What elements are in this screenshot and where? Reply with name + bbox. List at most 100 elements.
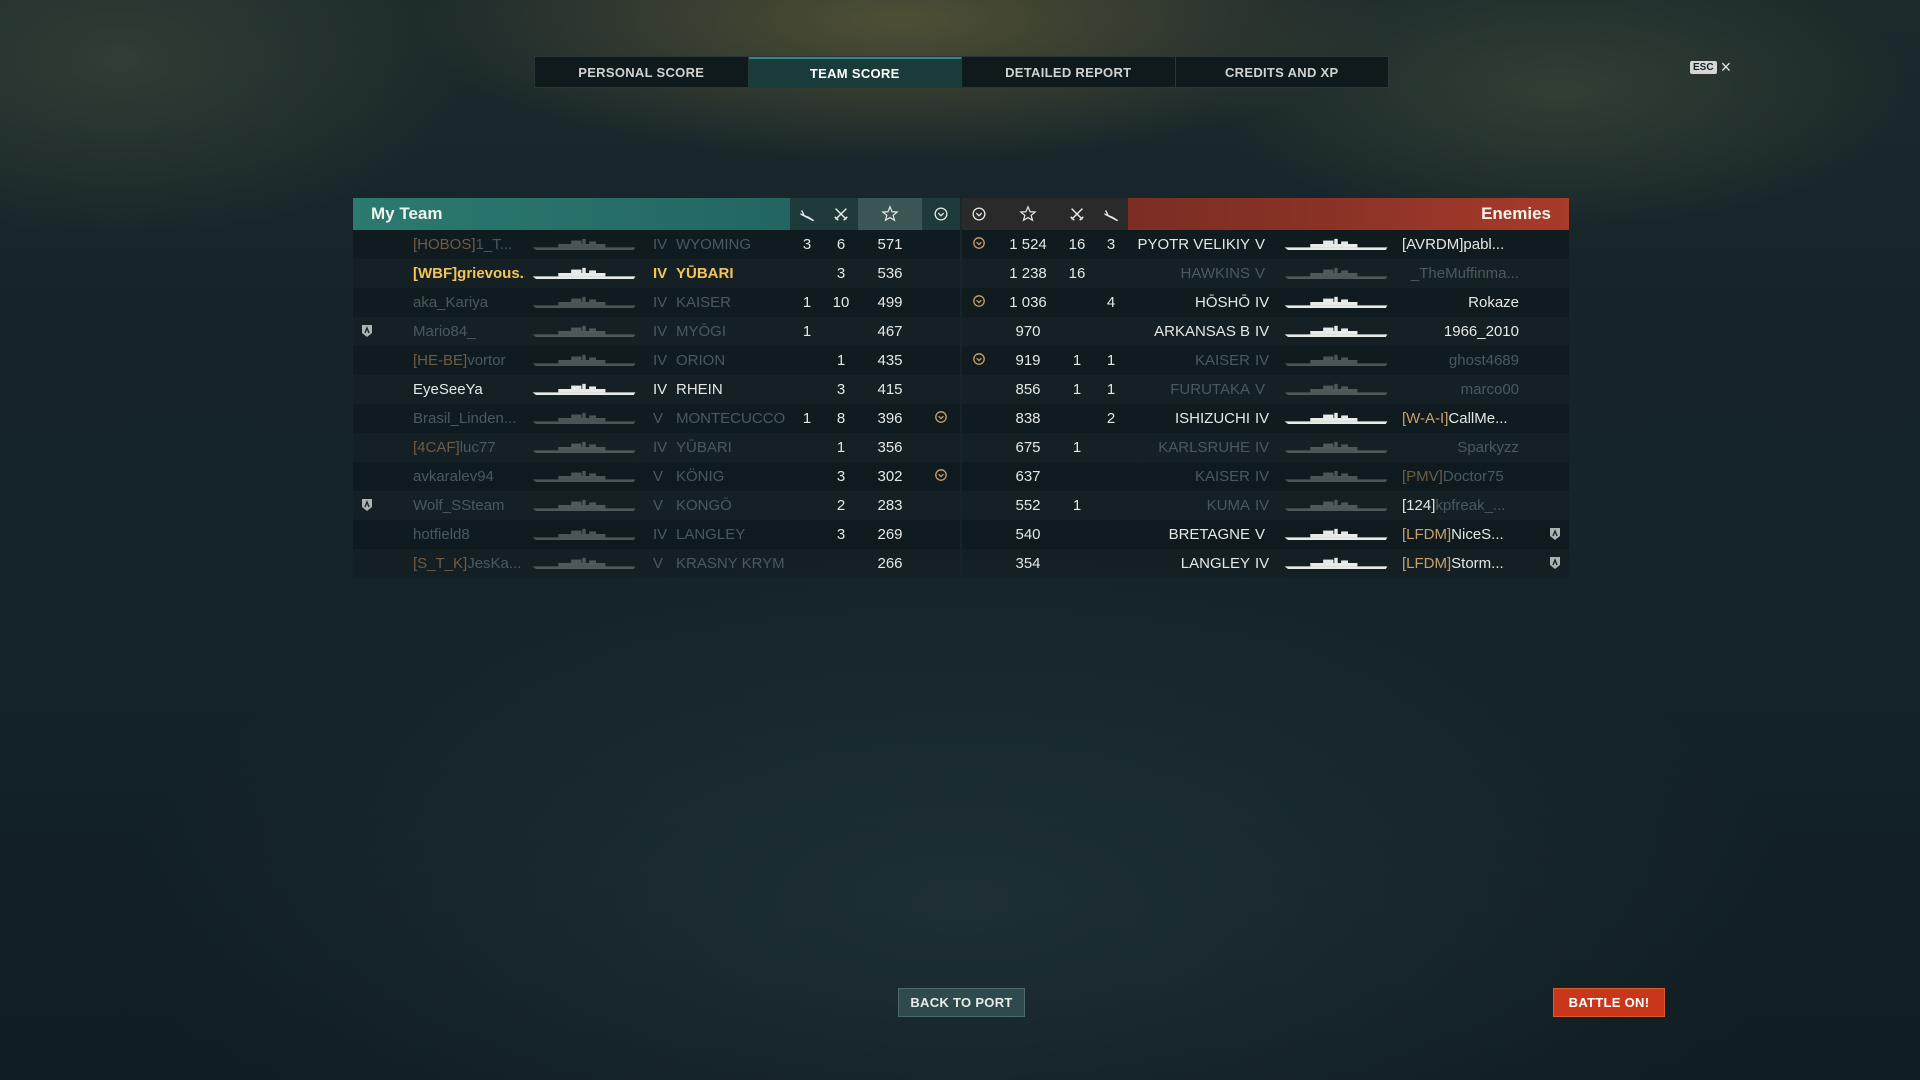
ship-name: FURUTAKA xyxy=(1170,381,1250,398)
enemy-team-row[interactable]: 856 1 1 FURUTAKA Vmarco00 xyxy=(962,375,1569,404)
kills-count xyxy=(824,549,858,578)
enemy-team-row[interactable]: 1 524 16 3 PYOTR VELIKIY V [AVRDM]pabl... xyxy=(962,230,1569,259)
ship-name: RHEIN xyxy=(676,381,723,398)
close-button[interactable]: ESC × xyxy=(1690,58,1731,76)
ship-tier: V xyxy=(1255,265,1266,282)
player-nickname: Doctor75 xyxy=(1442,468,1504,485)
ship-tier: IV xyxy=(1255,439,1270,456)
ship-silhouette xyxy=(1284,325,1388,337)
player-name: [124]kpfreak_... xyxy=(1402,491,1537,520)
enemy-team-row[interactable]: 637 KAISER IV [PMV]Doctor75 xyxy=(962,462,1569,491)
ship-silhouette xyxy=(532,499,636,511)
clan-tag: [PMV] xyxy=(1402,468,1443,485)
enemy-team-row[interactable]: 354 LANGLEY IV [LFDM]Storm... xyxy=(962,549,1569,578)
clan-tag: [HE-BE] xyxy=(413,352,468,369)
ship-name: BRETAGNE xyxy=(1168,526,1250,543)
enemy-team-row[interactable]: 1 238 16 HAWKINS V _TheMuffinma... xyxy=(962,259,1569,288)
ship-silhouette xyxy=(532,557,636,569)
kills-count: 1 xyxy=(1072,439,1082,456)
my-team-row[interactable]: [HE-BE]vortor IV ORION 1 435 xyxy=(353,346,960,375)
tab-credits-and-xp[interactable]: CREDITS AND XP xyxy=(1176,57,1389,87)
my-team-row[interactable]: Mario84_ IV MYŌGI 1 467 xyxy=(353,317,960,346)
enemy-base-capture-column-header[interactable] xyxy=(962,198,996,230)
xp-value: 637 xyxy=(1015,468,1041,485)
kills-column-header[interactable] xyxy=(824,198,858,230)
tab-personal-score[interactable]: PERSONAL SCORE xyxy=(535,57,749,87)
star-icon xyxy=(881,205,899,222)
player-name: [4CAF]luc77 xyxy=(413,433,525,462)
player-name: Sparkyzz xyxy=(1402,433,1519,462)
player-nickname: Sparkyzz xyxy=(1457,439,1519,456)
player-nickname: vortor xyxy=(467,352,506,369)
ship-tier: IV xyxy=(653,294,668,311)
xp-value: 354 xyxy=(1015,555,1041,572)
my-team-row[interactable]: Brasil_Linden... V MONTECUCCOLI 1 8 396 xyxy=(353,404,960,433)
clan-tag: [LFDM] xyxy=(1402,526,1452,543)
enemy-team-row[interactable]: 838 2 ISHIZUCHI IV [W-A-I]CallMe... xyxy=(962,404,1569,433)
enemy-team-row[interactable]: 675 1 KARLSRUHE IV Sparkyzz xyxy=(962,433,1569,462)
base-capture-laurel-icon xyxy=(935,469,947,481)
my-team-row[interactable]: [S_T_K]JesKa... V KRASNY KRYM 266 xyxy=(353,549,960,578)
crossed-swords-icon xyxy=(1070,208,1084,221)
my-team-row[interactable]: avkaralev94 V KÖNIG 3 302 xyxy=(353,462,960,491)
enemy-team-row[interactable]: 540 BRETAGNE V [LFDM]NiceS... xyxy=(962,520,1569,549)
player-name: ghost4689 xyxy=(1402,346,1519,375)
enemy-team-row[interactable]: 552 1 KUMA IV [124]kpfreak_... xyxy=(962,491,1569,520)
kills-count xyxy=(1060,288,1094,317)
tab-detailed-report[interactable]: DETAILED REPORT xyxy=(962,57,1176,87)
enemy-team-row[interactable]: 970 ARKANSAS B IV 1966_2010 xyxy=(962,317,1569,346)
my-team-row[interactable]: Wolf_SSteam V KONGŌ 2 283 xyxy=(353,491,960,520)
player-nickname: kpfreak_... xyxy=(1435,497,1506,514)
kills-count xyxy=(1060,462,1094,491)
player-nickname: JesKa... xyxy=(467,555,522,572)
crossed-swords-icon xyxy=(834,208,848,221)
xp-value: 356 xyxy=(877,439,903,456)
my-team-row[interactable]: [4CAF]luc77 IV YŪBARI 1 356 xyxy=(353,433,960,462)
tab-team-score[interactable]: TEAM SCORE xyxy=(748,57,962,87)
player-nickname: _TheMuffinma... xyxy=(1410,265,1519,282)
player-nickname: NiceS... xyxy=(1451,526,1504,543)
player-nickname: aka_Kariya xyxy=(413,294,489,311)
kills-count: 3 xyxy=(836,381,846,398)
planes-shot-count xyxy=(790,462,824,491)
my-team-header: My Team xyxy=(353,198,960,230)
xp-value: 675 xyxy=(1015,439,1041,456)
my-team-row[interactable]: [WBF]grievous... IV YŪBARI 3 536 xyxy=(353,259,960,288)
clan-tag: [WBF] xyxy=(413,265,458,282)
enemy-kills-column-header[interactable] xyxy=(1060,198,1094,230)
clan-tag: [HOBOS] xyxy=(413,236,476,253)
kills-count xyxy=(824,317,858,346)
my-team-row[interactable]: [HOBOS]1_T... IV WYOMING 3 6 571 xyxy=(353,230,960,259)
battle-on-button[interactable]: BATTLE ON! xyxy=(1553,988,1665,1017)
ship-name: KARLSRUHE xyxy=(1158,439,1250,456)
player-name: [W-A-I]CallMe... xyxy=(1402,404,1537,433)
clan-tag: [W-A-I] xyxy=(1402,410,1449,427)
enemy-planes-shot-column-header[interactable] xyxy=(1094,198,1128,230)
xp-column-header[interactable] xyxy=(858,198,922,230)
ship-tier: IV xyxy=(653,381,668,398)
base-capture-laurel-icon xyxy=(935,411,947,423)
ship-tier: V xyxy=(653,468,664,485)
my-team-row[interactable]: EyeSeeYa IV RHEIN 3 415 xyxy=(353,375,960,404)
my-team-title: My Team xyxy=(371,204,443,223)
enemy-xp-column-header[interactable] xyxy=(996,198,1060,230)
xp-value: 435 xyxy=(877,352,903,369)
enemy-team-row[interactable]: 919 1 1 KAISER IV ghost4689 xyxy=(962,346,1569,375)
ship-name: MONTECUCCOLI xyxy=(676,410,786,427)
player-name: hotfield8 xyxy=(413,520,525,549)
planes-shot-column-header[interactable] xyxy=(790,198,824,230)
player-name: [WBF]grievous... xyxy=(413,259,525,288)
planes-shot-count xyxy=(790,433,824,462)
base-capture-column-header[interactable] xyxy=(922,198,960,230)
my-team-row[interactable]: aka_Kariya IV KAISER 1 10 499 xyxy=(353,288,960,317)
xp-value: 838 xyxy=(1015,410,1041,427)
my-team-row[interactable]: hotfield8 IV LANGLEY 3 269 xyxy=(353,520,960,549)
back-to-port-button[interactable]: BACK TO PORT xyxy=(898,988,1025,1017)
enemy-team-row[interactable]: 1 036 4 HŌSHŌ IV Rokaze xyxy=(962,288,1569,317)
ship-name: KAISER xyxy=(676,294,732,311)
ship-tier: V xyxy=(1255,526,1266,543)
ship-name: HAWKINS xyxy=(1180,265,1250,282)
kills-count: 2 xyxy=(836,497,846,514)
player-nickname: 1_T... xyxy=(475,236,513,253)
kills-count: 1 xyxy=(1072,497,1082,514)
